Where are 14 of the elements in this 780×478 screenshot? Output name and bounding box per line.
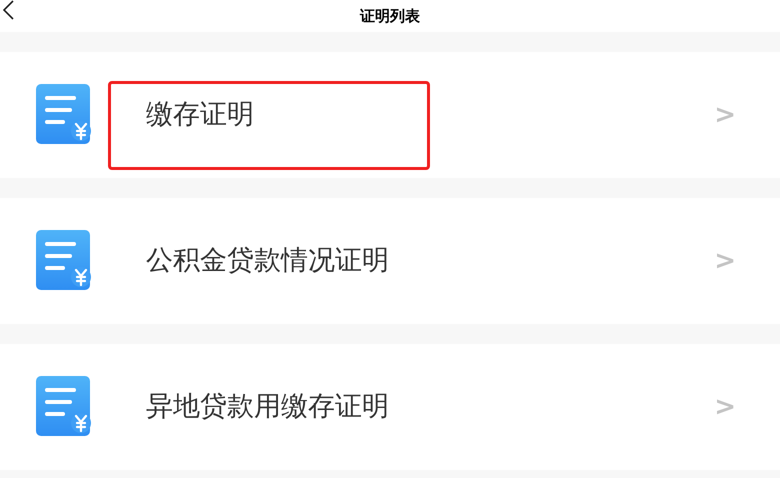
document-yen-icon <box>36 84 92 146</box>
chevron: > <box>714 244 736 278</box>
certificate-row[interactable]: 公积金贷款情况证明 > <box>0 198 780 324</box>
certificate-row[interactable]: 缴存证明 > <box>0 52 780 178</box>
chevron: > <box>714 390 736 424</box>
document-yen-icon <box>36 376 92 438</box>
row-label: 缴存证明 <box>146 98 254 132</box>
certificate-row[interactable]: 异地贷款用缴存证明 > <box>0 344 780 470</box>
row-label: 公积金贷款情况证明 <box>146 244 389 278</box>
back-icon[interactable] <box>1 0 15 21</box>
row-label: 异地贷款用缴存证明 <box>146 390 389 424</box>
document-yen-icon <box>36 230 92 292</box>
page-title: 证明列表 <box>360 6 420 27</box>
chevron: > <box>714 98 736 132</box>
